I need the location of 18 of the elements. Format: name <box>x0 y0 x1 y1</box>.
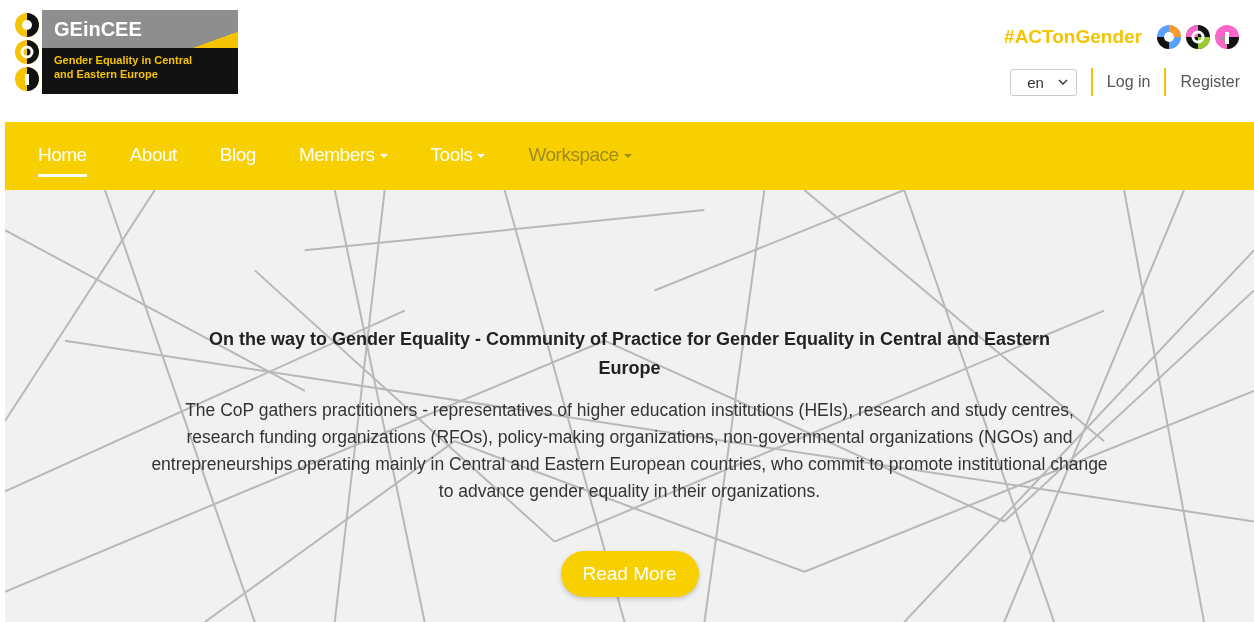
hero-title: On the way to Gender Equality - Community of Practice for Gender Equality in Central and Eastern Europe <box>207 328 1052 380</box>
act-logo-icon <box>1156 24 1240 50</box>
account-link[interactable]: Log in <box>1106 73 1151 91</box>
nav-item[interactable]: Home <box>38 135 87 177</box>
account-link[interactable]: Register <box>1180 73 1240 91</box>
nav-item[interactable]: About <box>129 135 177 177</box>
read-more-button[interactable]: Read More <box>560 551 699 597</box>
logo-mark-icon <box>14 12 40 92</box>
nav-item[interactable]: Members <box>298 135 388 177</box>
chevron-down-icon <box>1057 79 1068 85</box>
nav-item[interactable]: Blog <box>219 135 256 177</box>
nav-item[interactable]: Tools <box>430 135 486 177</box>
logo-name: GEinCEE <box>42 10 238 48</box>
language-select[interactable]: en <box>1010 68 1077 96</box>
hashtag-text: #ACTonGender <box>1004 26 1142 48</box>
logo-tagline: and Eastern Europe <box>54 67 159 81</box>
hero-text: The CoP gathers practitioners - representatives of higher education institutions (HEIs), research and study centres, research funding organizations (RFOs), policy-making organizations, non-governmental organizations (NGOs) and entrepreneurships operating mainly in Central and Eastern European countries, who commit to promote institutional change to advance gender equality in their organizations. <box>150 399 1109 503</box>
logo-tagline: Gender Equality in Central <box>54 53 194 67</box>
